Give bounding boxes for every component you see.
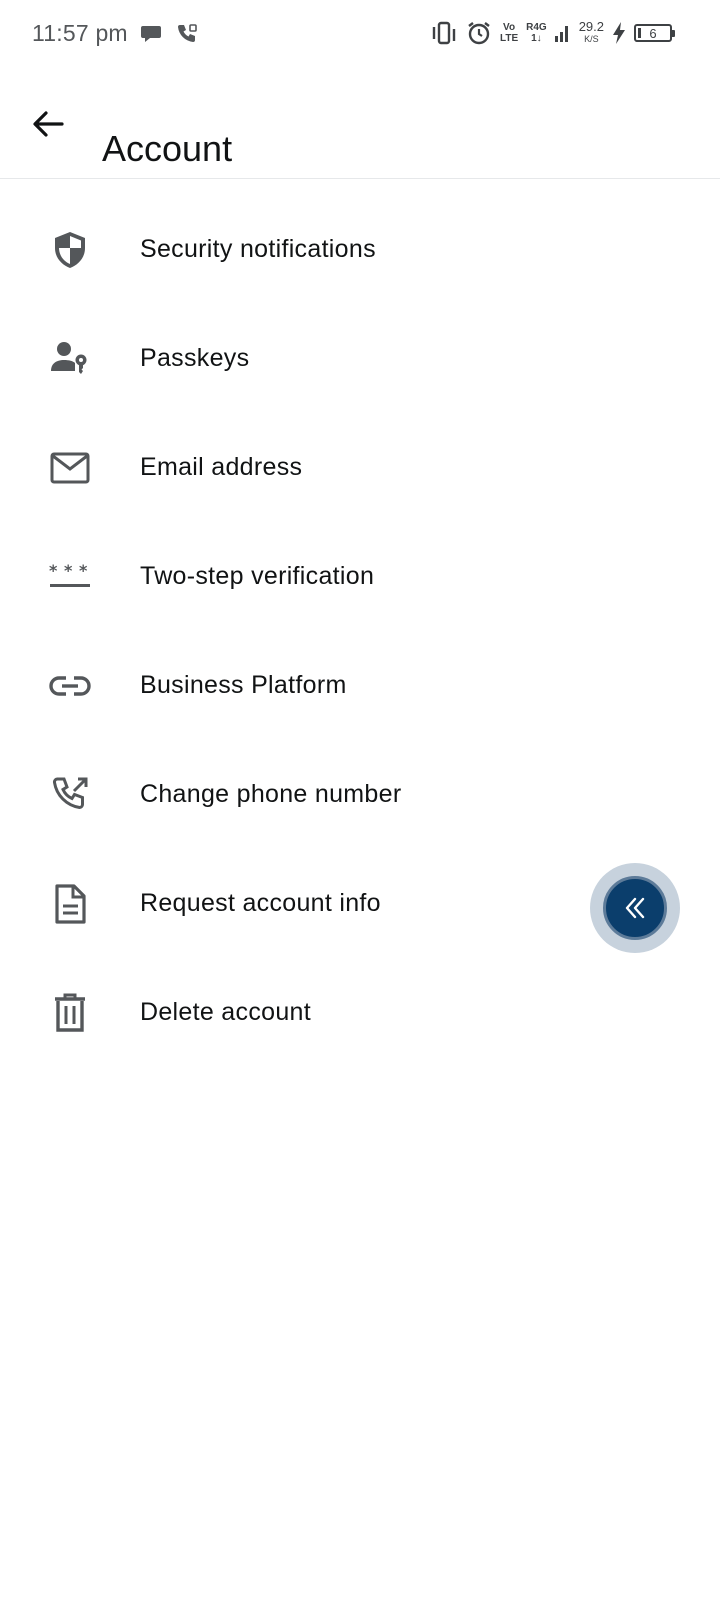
floating-assist-button[interactable] xyxy=(590,863,680,953)
link-icon xyxy=(48,664,92,708)
menu-item-label: Business Platform xyxy=(140,671,347,699)
network-top: R4G xyxy=(526,22,547,33)
menu-item-label: Security notifications xyxy=(140,235,376,263)
menu-item-security-notifications[interactable]: Security notifications xyxy=(0,195,720,304)
wifi-call-icon xyxy=(176,22,198,49)
signal-icon xyxy=(554,22,571,44)
vibrate-icon xyxy=(430,21,458,45)
volte-bottom: LTE xyxy=(499,33,519,44)
status-bar: 11:57 pm Vo LTE R4G 1↓ 29.2 K/S 6 xyxy=(0,0,720,72)
arrow-back-icon xyxy=(33,111,64,137)
floating-assist-button-core[interactable] xyxy=(603,876,667,940)
menu-item-label: Passkeys xyxy=(140,344,250,372)
menu-item-delete-account[interactable]: Delete account xyxy=(0,958,720,1067)
menu-item-email-address[interactable]: Email address xyxy=(0,413,720,522)
status-time: 11:57 pm xyxy=(32,20,128,46)
document-icon xyxy=(48,882,92,926)
phone-forward-icon xyxy=(48,773,92,817)
back-button[interactable] xyxy=(20,96,76,152)
menu-item-label: Delete account xyxy=(140,998,311,1026)
alarm-icon xyxy=(466,20,492,46)
network-type: R4G 1↓ xyxy=(526,22,547,44)
network-bottom: 1↓ xyxy=(531,33,542,44)
page-title: Account xyxy=(102,128,233,170)
status-system-icons: Vo LTE R4G 1↓ 29.2 K/S 6 xyxy=(430,19,675,46)
status-notification-icons xyxy=(140,22,198,49)
menu-item-two-step-verification[interactable]: * * * Two-step verification xyxy=(0,522,720,631)
menu-item-change-phone-number[interactable]: Change phone number xyxy=(0,740,720,849)
menu-item-label: Email address xyxy=(140,453,303,481)
network-speed: 29.2 K/S xyxy=(578,19,604,45)
volte-indicator: Vo LTE xyxy=(500,22,518,44)
password-dots-icon: * * * xyxy=(48,555,92,599)
shield-icon xyxy=(48,228,92,272)
app-bar: Account xyxy=(0,72,720,179)
svg-text:*: * xyxy=(79,562,88,580)
battery-icon: 6 xyxy=(634,24,675,42)
envelope-icon xyxy=(48,446,92,490)
volte-top: Vo xyxy=(503,22,516,33)
charging-icon xyxy=(612,21,626,45)
menu-item-label: Request account info xyxy=(140,889,381,917)
menu-item-passkeys[interactable]: Passkeys xyxy=(0,304,720,413)
chat-bubble-icon xyxy=(140,22,162,49)
svg-text:*: * xyxy=(49,562,58,580)
menu-item-business-platform[interactable]: Business Platform xyxy=(0,631,720,740)
trash-icon xyxy=(48,991,92,1035)
speed-value: 29.2 xyxy=(578,19,604,34)
double-chevron-left-icon xyxy=(625,897,645,919)
menu-item-label: Change phone number xyxy=(140,780,402,808)
svg-text:*: * xyxy=(64,562,73,580)
menu-item-label: Two-step verification xyxy=(140,562,375,590)
speed-unit: K/S xyxy=(584,34,599,44)
person-key-icon xyxy=(48,337,92,381)
